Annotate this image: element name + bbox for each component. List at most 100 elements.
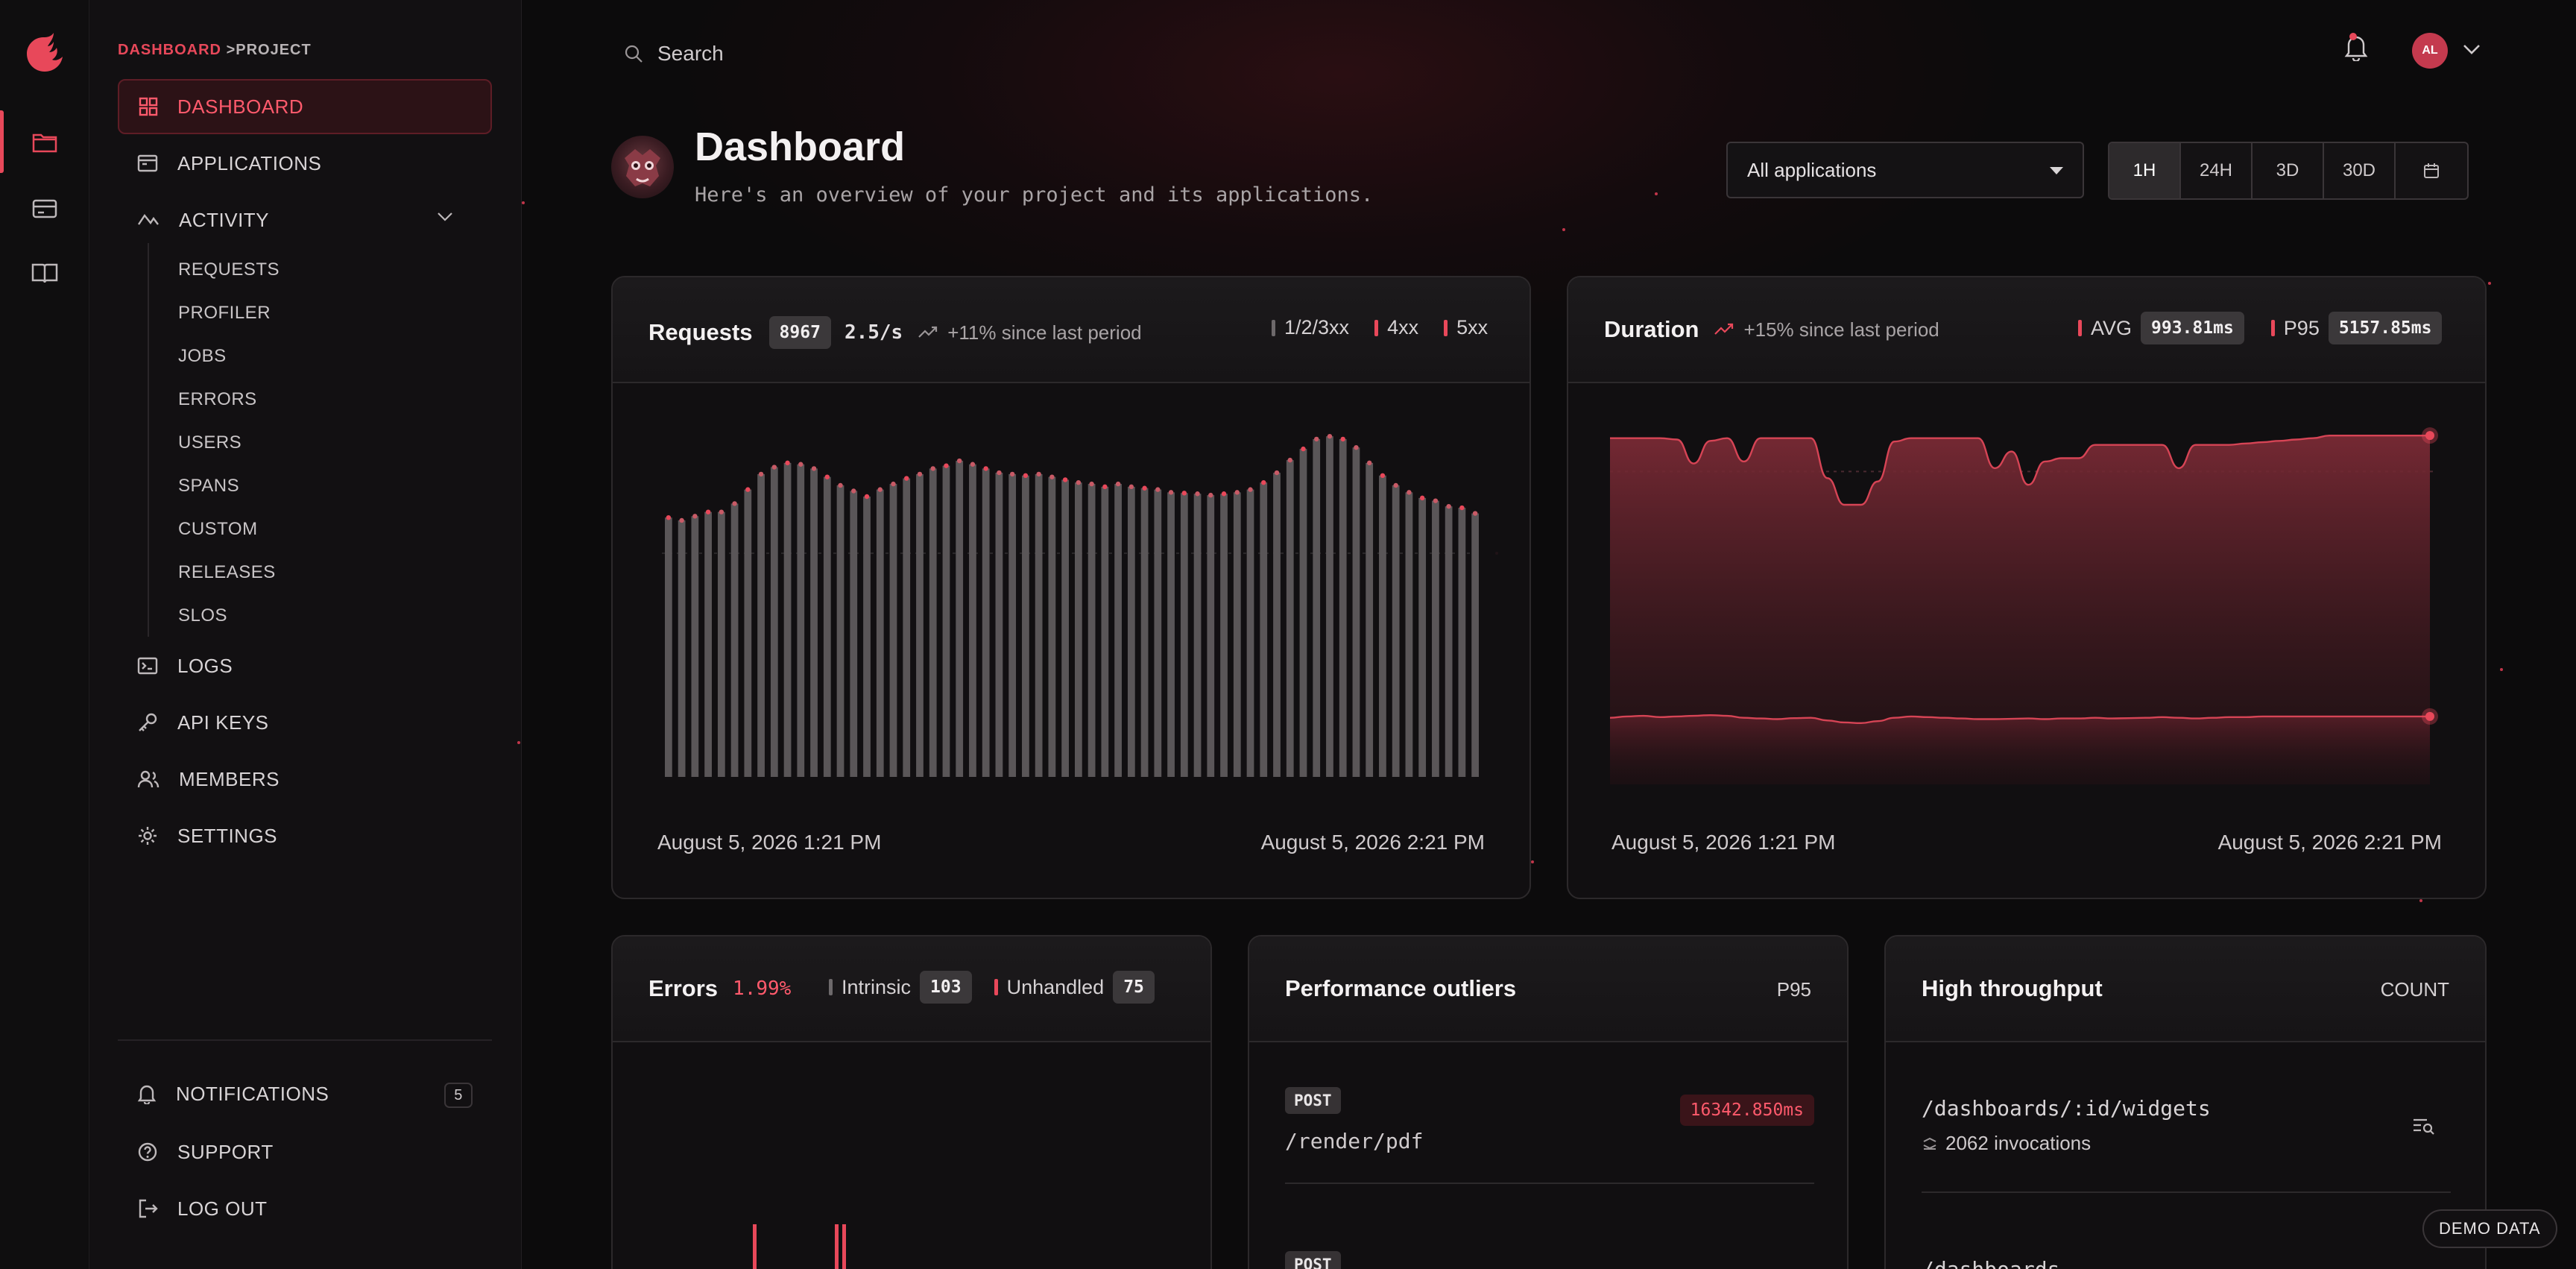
request-bar xyxy=(1379,475,1386,777)
search-input[interactable]: Search xyxy=(657,42,724,66)
intrinsic-count-badge: 103 xyxy=(920,971,972,1004)
request-bar xyxy=(1008,473,1017,777)
list-item[interactable]: /dashboards/:id/widgets 2062 invocations xyxy=(1922,1096,2451,1193)
list-item[interactable]: POST /render/pdf 16342.850ms xyxy=(1285,1087,1814,1184)
sidebar-item-logs[interactable]: LOGS xyxy=(118,638,492,693)
outliers-title: Performance outliers xyxy=(1285,975,1517,1001)
sidebar-subitem-custom[interactable]: CUSTOM xyxy=(178,519,258,540)
request-error-marker xyxy=(944,463,949,468)
request-bar xyxy=(889,484,897,777)
main-content: Search AL Dashboard Here's an overview o… xyxy=(517,0,2576,1269)
sidebar-subitem-requests[interactable]: REQUESTS xyxy=(178,259,280,280)
request-error-marker xyxy=(1023,473,1029,478)
request-bar xyxy=(836,485,845,777)
docs-rail-icon[interactable] xyxy=(28,256,61,289)
request-bar xyxy=(916,473,924,777)
request-bar xyxy=(744,489,752,777)
list-item[interactable]: POST xyxy=(1285,1251,1814,1269)
request-bar xyxy=(1193,494,1202,777)
request-error-marker xyxy=(1049,474,1055,479)
sidebar-item-label: SETTINGS xyxy=(177,824,278,847)
request-bar xyxy=(1114,484,1122,777)
sidebar-item-activity[interactable]: ACTIVITY xyxy=(118,192,492,248)
projects-rail-icon[interactable] xyxy=(0,110,61,173)
terminal-icon xyxy=(137,657,158,675)
sidebar-subitem-jobs[interactable]: JOBS xyxy=(178,346,227,367)
p95-label: P95 xyxy=(2283,316,2320,339)
request-bar xyxy=(956,461,964,777)
sidebar-item-applications[interactable]: APPLICATIONS xyxy=(118,136,492,191)
request-bar xyxy=(797,464,805,777)
http-method-badge: POST xyxy=(1285,1251,1341,1269)
duration-endpoint-dot[interactable] xyxy=(2425,431,2434,441)
list-item[interactable]: /dashboards xyxy=(1922,1257,2451,1269)
avatar[interactable]: AL xyxy=(2412,33,2448,69)
breadcrumb-root[interactable]: DASHBOARD xyxy=(118,42,221,58)
range-30d-button[interactable]: 30D xyxy=(2324,143,2396,198)
request-error-marker xyxy=(1354,445,1359,450)
sidebar-item-label: LOGS xyxy=(177,654,233,677)
request-bar xyxy=(1154,489,1162,777)
sidebar-subitem-profiler[interactable]: PROFILER xyxy=(178,303,271,324)
sidebar-subitem-slos[interactable]: SLOS xyxy=(178,605,227,626)
search-list-icon[interactable] xyxy=(2412,1117,2436,1136)
search-box[interactable]: Search xyxy=(623,42,724,66)
app-rail xyxy=(0,0,89,1269)
duration-card: Duration +15% since last period AVG 993.… xyxy=(1567,276,2487,899)
throughput-card: High throughput COUNT /dashboards/:id/wi… xyxy=(1884,935,2487,1269)
request-error-marker xyxy=(758,471,764,477)
errors-rate: 1.99% xyxy=(733,977,792,1000)
sidebar-item-members[interactable]: MEMBERS xyxy=(118,752,492,807)
request-error-marker xyxy=(705,509,711,514)
gear-icon xyxy=(139,827,157,845)
demo-data-badge[interactable]: DEMO DATA xyxy=(2422,1209,2557,1248)
request-error-marker xyxy=(1076,480,1082,485)
app-logo-icon[interactable] xyxy=(21,28,69,76)
sidebar-divider xyxy=(118,1039,492,1041)
chevron-down-icon[interactable] xyxy=(437,212,453,222)
request-error-marker xyxy=(1274,470,1280,476)
sidebar-subitem-errors[interactable]: ERRORS xyxy=(178,389,257,410)
sidebar-item-settings[interactable]: SETTINGS xyxy=(118,808,492,863)
request-bar xyxy=(863,497,871,777)
sidebar-item-notifications[interactable]: NOTIFICATIONS 5 xyxy=(118,1066,492,1121)
request-error-marker xyxy=(1168,490,1174,495)
logout-icon xyxy=(139,1199,158,1218)
request-bar xyxy=(876,489,884,777)
calendar-button[interactable] xyxy=(2396,143,2467,198)
request-error-marker xyxy=(1287,457,1292,463)
sidebar-item-label: SUPPORT xyxy=(177,1140,274,1163)
users-icon xyxy=(137,770,160,788)
request-error-marker xyxy=(997,470,1002,476)
sidebar-item-label: ACTIVITY xyxy=(179,208,270,231)
notifications-button[interactable] xyxy=(2343,33,2369,65)
sidebar-item-support[interactable]: SUPPORT xyxy=(118,1124,492,1180)
request-error-marker xyxy=(824,474,830,479)
chevron-down-icon[interactable] xyxy=(2463,43,2481,55)
request-error-marker xyxy=(1102,484,1108,490)
billing-rail-icon[interactable] xyxy=(28,192,61,225)
request-bar xyxy=(1458,508,1466,777)
request-error-marker xyxy=(904,476,909,481)
sidebar-subitem-users[interactable]: USERS xyxy=(178,432,242,453)
sidebar-item-logout[interactable]: LOG OUT xyxy=(118,1181,492,1236)
request-bar xyxy=(1035,473,1043,777)
range-24h-button[interactable]: 24H xyxy=(2181,143,2253,198)
stack-icon xyxy=(1923,1137,1936,1150)
request-bar xyxy=(1418,497,1427,777)
outliers-metric: P95 xyxy=(1776,978,1811,1001)
legend-5xx: 5xx xyxy=(1456,316,1489,338)
sidebar-subitem-releases[interactable]: RELEASES xyxy=(178,562,276,583)
request-error-marker xyxy=(956,458,962,464)
sidebar-subitem-spans[interactable]: SPANS xyxy=(178,476,239,497)
duration-endpoint-dot[interactable] xyxy=(2425,711,2434,721)
throughput-metric: COUNT xyxy=(2380,978,2449,1001)
application-select[interactable]: All applications xyxy=(1726,142,2084,198)
sidebar-item-api-keys[interactable]: API KEYS xyxy=(118,695,492,750)
request-bar xyxy=(1273,473,1281,777)
sidebar-item-dashboard[interactable]: DASHBOARD xyxy=(118,79,492,134)
range-1h-button[interactable]: 1H xyxy=(2109,143,2181,198)
sidebar-item-label: LOG OUT xyxy=(177,1197,268,1220)
unhandled-label: Unhandled xyxy=(1006,975,1105,998)
range-3d-button[interactable]: 3D xyxy=(2253,143,2324,198)
